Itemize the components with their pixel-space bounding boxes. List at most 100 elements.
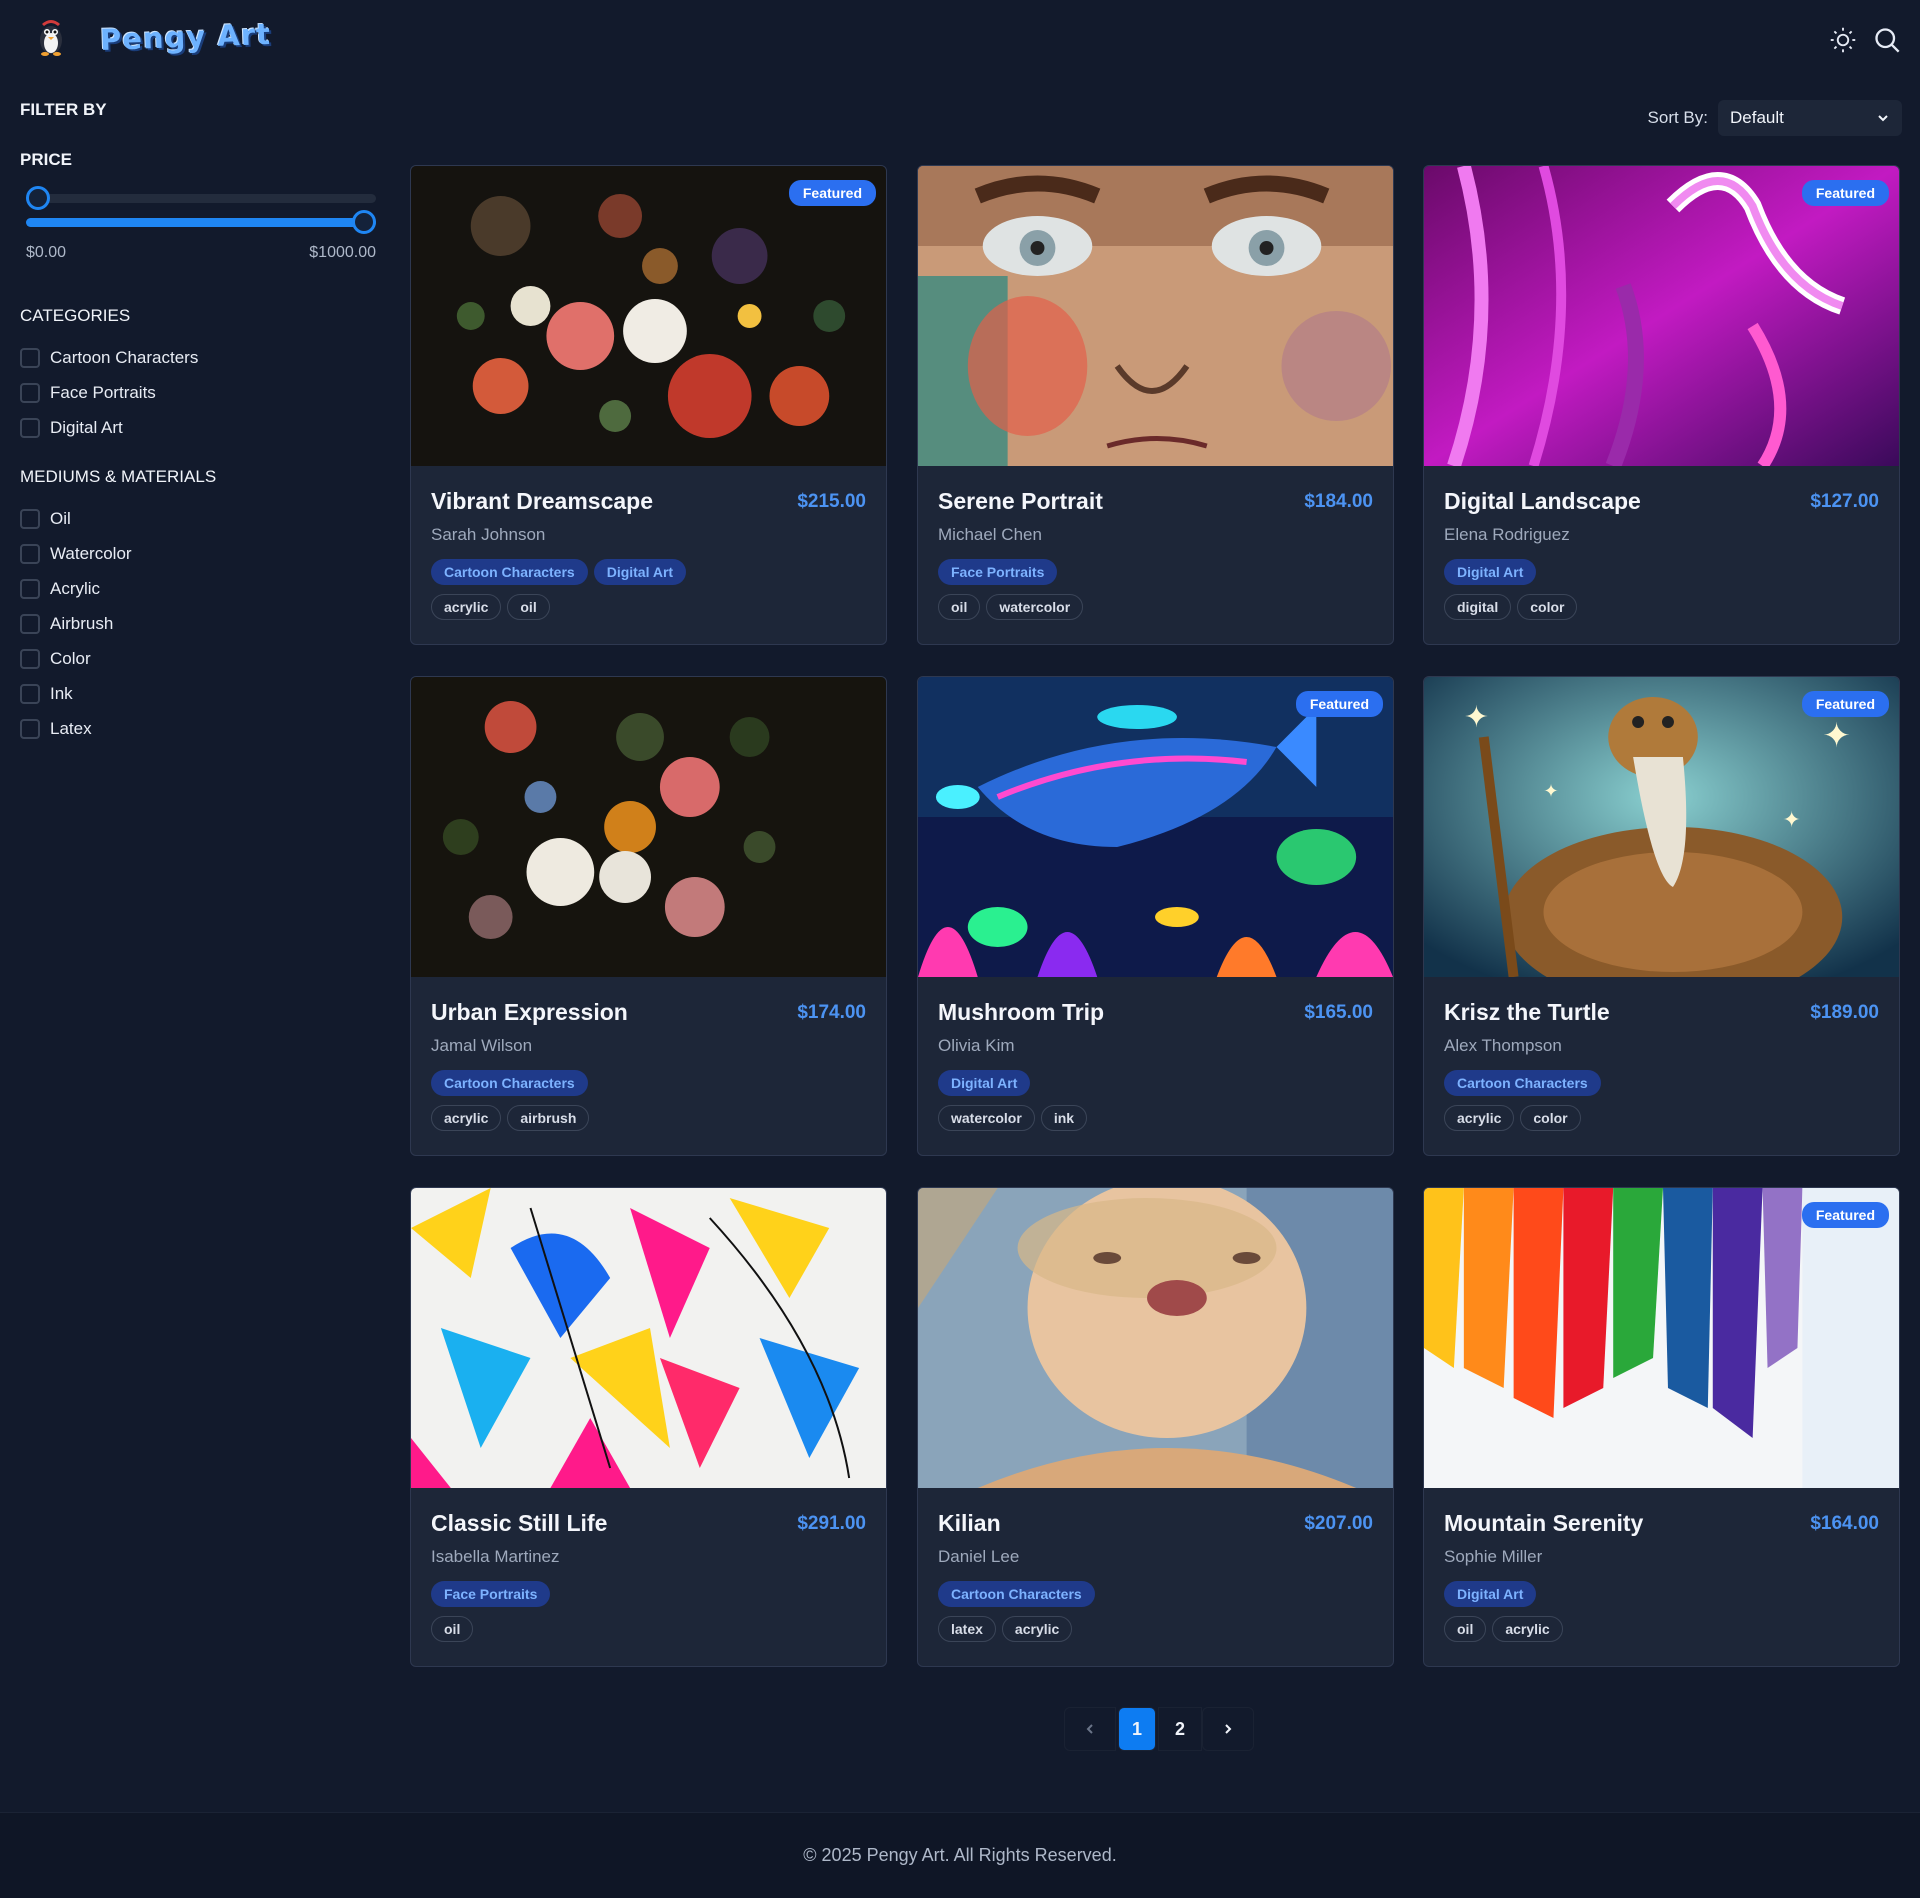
artwork-image[interactable]: ✦ ✦ ✦ ✦ Featured [1424,677,1899,977]
medium-checkbox-acrylic[interactable]: Acrylic [20,571,376,606]
checkbox[interactable] [20,382,40,403]
product-card[interactable]: Featured Vibrant Dreamscape $215.00 Sara… [410,165,887,645]
artwork-image[interactable]: Featured [411,166,886,466]
medium-tag[interactable]: oil [1444,1616,1487,1642]
artwork-price: $207.00 [1304,1513,1373,1534]
checkbox[interactable] [20,543,40,564]
category-label: Digital Art [50,417,123,437]
artwork-price: $174.00 [797,1002,866,1023]
medium-tag[interactable]: watercolor [986,594,1084,620]
medium-tag[interactable]: oil [938,594,981,620]
categories-list: Cartoon Characters Face Portraits Digita… [20,340,376,445]
artist-name: Alex Thompson [1444,1036,1562,1055]
sort-select[interactable]: Default [1718,100,1902,136]
checkbox[interactable] [20,683,40,704]
artwork-image[interactable] [411,677,886,977]
medium-tag[interactable]: digital [1444,594,1512,620]
artwork-image[interactable] [918,166,1393,466]
chevron-down-icon [1878,115,1888,122]
category-tag[interactable]: Digital Art [1444,559,1537,585]
category-checkbox-cartoon-characters[interactable]: Cartoon Characters [20,340,376,375]
brand-logo[interactable]: Pengy Art [28,14,271,60]
medium-tag[interactable]: color [1517,594,1578,620]
product-card[interactable]: ✦ ✦ ✦ ✦ Featured Krisz the Turtle $189.0… [1423,676,1900,1156]
checkbox[interactable] [20,718,40,739]
category-tag[interactable]: Digital Art [593,559,687,585]
price-slider-track-max[interactable] [26,218,376,227]
product-card[interactable]: Featured Digital Landscape $127.00 Elena… [1423,165,1900,645]
artist-name: Elena Rodriguez [1444,525,1570,544]
checkbox[interactable] [20,578,40,599]
category-tag[interactable]: Face Portraits [431,1581,551,1607]
medium-tag[interactable]: color [1520,1105,1581,1131]
page-2-button[interactable]: 2 [1158,1707,1202,1751]
medium-tag[interactable]: ink [1040,1105,1088,1131]
artwork-image[interactable] [411,1188,886,1488]
product-card[interactable]: Urban Expression $174.00 Jamal Wilson Ca… [410,676,887,1156]
price-max-handle[interactable] [352,210,376,234]
price-range-slider[interactable] [20,186,376,238]
checkbox[interactable] [20,508,40,529]
svg-text:✦: ✦ [1822,717,1850,755]
medium-tag[interactable]: watercolor [938,1105,1035,1131]
filter-sidebar: FILTER BY PRICE $0.00 $1000.00 CATEGORIE… [20,100,376,746]
product-card[interactable]: Serene Portrait $184.00 Michael Chen Fac… [917,165,1394,645]
checkbox[interactable] [20,613,40,634]
sort-control: Sort By: Default [1648,100,1902,136]
category-checkbox-digital-art[interactable]: Digital Art [20,410,376,445]
pagination: 1 2 [1064,1707,1254,1751]
artwork-price: $127.00 [1810,491,1879,512]
artwork-price: $189.00 [1810,1002,1879,1023]
artist-name: Sarah Johnson [431,525,546,544]
medium-checkbox-color[interactable]: Color [20,641,376,676]
next-page-button[interactable] [1202,1707,1254,1751]
category-tag[interactable]: Cartoon Characters [431,559,588,585]
product-card[interactable]: Featured Mountain Serenity $164.00 Sophi… [1423,1187,1900,1667]
brand-name: Pengy Art [99,17,272,57]
artist-name: Daniel Lee [938,1547,1020,1566]
medium-tag[interactable]: airbrush [507,1105,590,1131]
product-card[interactable]: Classic Still Life $291.00 Isabella Mart… [410,1187,887,1667]
medium-tag[interactable]: acrylic [431,594,502,620]
price-slider-track-min[interactable] [26,194,376,203]
product-card[interactable]: Featured Mushroom Trip $165.00 Olivia Ki… [917,676,1394,1156]
checkbox[interactable] [20,648,40,669]
svg-text:✦: ✦ [1782,807,1800,832]
featured-badge: Featured [1801,691,1889,717]
medium-checkbox-oil[interactable]: Oil [20,501,376,536]
artist-name: Isabella Martinez [431,1547,560,1566]
medium-label: Watercolor [50,543,132,563]
medium-checkbox-airbrush[interactable]: Airbrush [20,606,376,641]
price-min-handle[interactable] [26,186,50,210]
page-1-button[interactable]: 1 [1118,1707,1156,1751]
medium-checkbox-ink[interactable]: Ink [20,676,376,711]
medium-checkbox-watercolor[interactable]: Watercolor [20,536,376,571]
category-tag[interactable]: Cartoon Characters [938,1581,1095,1607]
sun-icon[interactable] [1829,26,1857,54]
previous-page-button[interactable] [1064,1707,1116,1751]
medium-tag[interactable]: oil [507,594,550,620]
medium-tag[interactable]: acrylic [1001,1616,1073,1642]
checkbox[interactable] [20,347,40,368]
medium-tag[interactable]: oil [431,1616,474,1642]
search-icon[interactable] [1873,26,1901,54]
category-tag[interactable]: Face Portraits [938,559,1058,585]
medium-tag[interactable]: acrylic [431,1105,502,1131]
category-tag[interactable]: Digital Art [938,1070,1031,1096]
medium-tag[interactable]: acrylic [1492,1616,1563,1642]
category-tag[interactable]: Digital Art [1444,1581,1537,1607]
product-card[interactable]: Kilian $207.00 Daniel Lee Cartoon Charac… [917,1187,1394,1667]
medium-label: Ink [50,683,73,703]
mediums-title: MEDIUMS & MATERIALS [20,467,217,486]
category-tag[interactable]: Cartoon Characters [431,1070,588,1096]
medium-checkbox-latex[interactable]: Latex [20,711,376,746]
category-checkbox-face-portraits[interactable]: Face Portraits [20,375,376,410]
medium-tag[interactable]: latex [938,1616,996,1642]
medium-tag[interactable]: acrylic [1444,1105,1515,1131]
artwork-image[interactable]: Featured [1424,1188,1899,1488]
category-tag[interactable]: Cartoon Characters [1444,1070,1601,1096]
artwork-image[interactable]: Featured [918,677,1393,977]
artwork-image[interactable] [918,1188,1393,1488]
artwork-image[interactable]: Featured [1424,166,1899,466]
checkbox[interactable] [20,417,40,438]
